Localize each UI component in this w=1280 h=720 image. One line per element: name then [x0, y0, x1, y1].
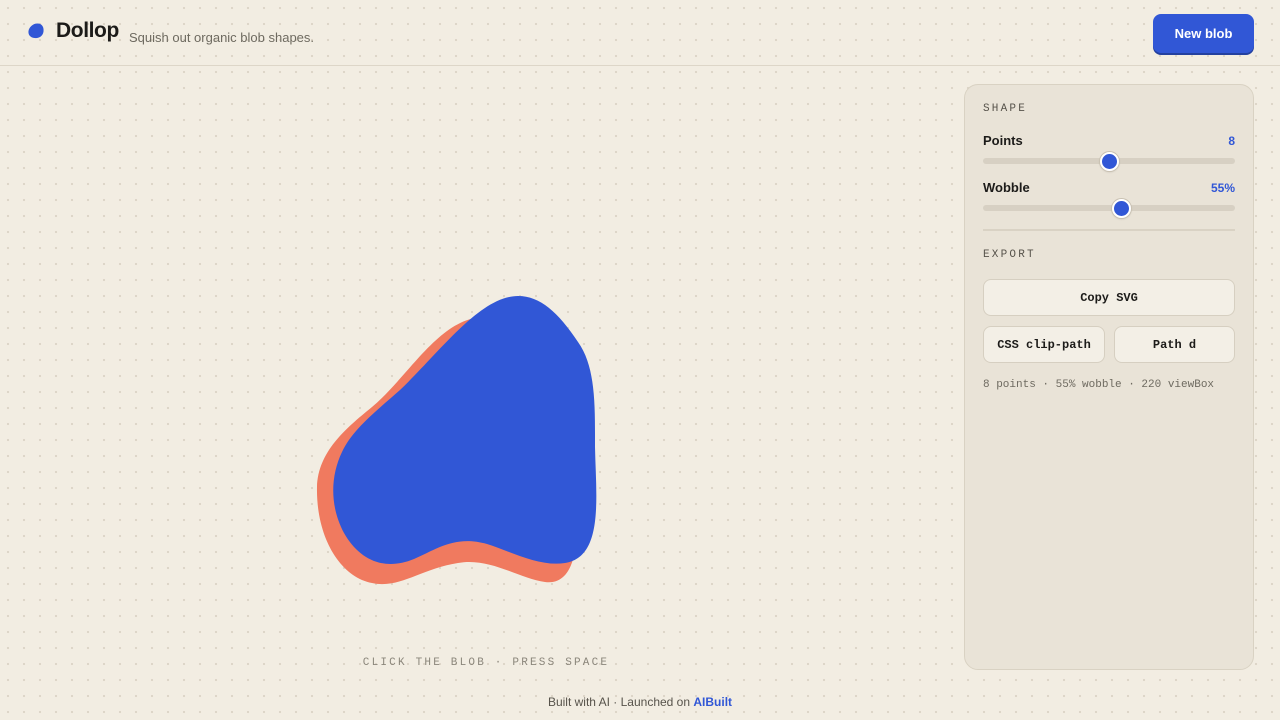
- export-section-title: EXPORT: [983, 249, 1036, 261]
- copy-svg-button[interactable]: Copy SVG: [983, 279, 1235, 316]
- blob-stage[interactable]: [300, 267, 620, 597]
- path-d-button[interactable]: Path d: [1114, 326, 1235, 363]
- wobble-slider-thumb[interactable]: [1112, 198, 1132, 218]
- points-value: 8: [1228, 134, 1235, 148]
- blob-logo-icon: [28, 23, 44, 39]
- points-label: Points: [983, 133, 1023, 148]
- points-slider-thumb[interactable]: [1099, 151, 1119, 171]
- blob-shape[interactable]: [333, 296, 597, 564]
- new-blob-button[interactable]: New blob: [1153, 14, 1254, 53]
- app-tagline: Squish out organic blob shapes.: [129, 30, 315, 45]
- aibuilt-link[interactable]: AIBuilt: [693, 695, 732, 709]
- points-slider[interactable]: [983, 151, 1235, 171]
- section-divider: [983, 229, 1235, 231]
- interaction-hint: CLICK THE BLOB · PRESS SPACE: [362, 657, 610, 669]
- blob-canvas: CLICK THE BLOB · PRESS SPACE: [0, 67, 960, 687]
- wobble-slider[interactable]: [983, 198, 1235, 218]
- footer: Built with AI · Launched on AIBuilt: [0, 695, 1280, 709]
- shape-meta: 8 points · 55% wobble · 220 viewBox: [983, 379, 1215, 391]
- shape-section-title: SHAPE: [983, 103, 1028, 115]
- app-header: Dollop Squish out organic blob shapes. N…: [0, 0, 1280, 66]
- app-title: Dollop: [56, 19, 119, 42]
- control-panel: SHAPE Points 8 Wobble 55% EXPORT Copy SV…: [964, 84, 1254, 670]
- wobble-value: 55%: [1210, 181, 1235, 195]
- footer-text: Built with AI · Launched on: [547, 695, 694, 709]
- css-clip-path-button[interactable]: CSS clip-path: [983, 326, 1105, 363]
- wobble-label: Wobble: [983, 180, 1030, 195]
